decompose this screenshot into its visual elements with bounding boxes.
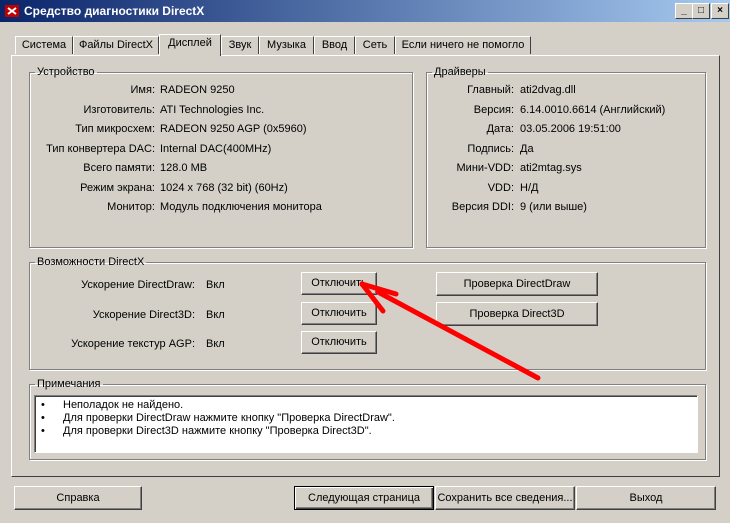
annotation-arrow-icon: [359, 281, 541, 381]
tab-display[interactable]: Дисплей: [159, 34, 221, 56]
